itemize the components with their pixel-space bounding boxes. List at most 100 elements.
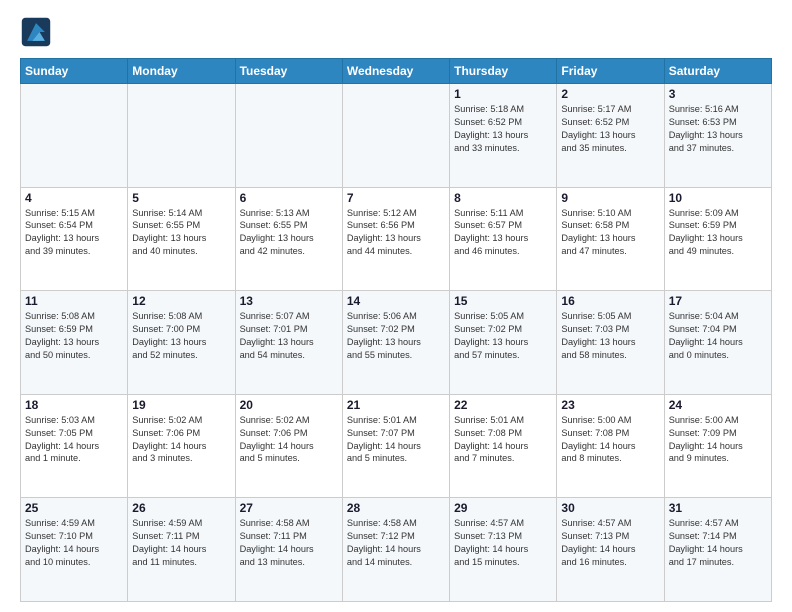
day-info: Sunrise: 5:15 AM Sunset: 6:54 PM Dayligh…: [25, 207, 123, 259]
day-number: 7: [347, 191, 445, 205]
day-cell: 26Sunrise: 4:59 AM Sunset: 7:11 PM Dayli…: [128, 498, 235, 602]
day-cell: 27Sunrise: 4:58 AM Sunset: 7:11 PM Dayli…: [235, 498, 342, 602]
day-info: Sunrise: 5:13 AM Sunset: 6:55 PM Dayligh…: [240, 207, 338, 259]
day-number: 14: [347, 294, 445, 308]
day-number: 1: [454, 87, 552, 101]
day-cell: 19 Sunrise: 5:02 AM Sunset: 7:06 PM Dayli…: [128, 394, 235, 498]
day-cell: [128, 84, 235, 188]
day-info: Sunrise: 4:58 AM Sunset: 7:12 PM Dayligh…: [347, 517, 445, 569]
day-cell: 28Sunrise: 4:58 AM Sunset: 7:12 PM Dayli…: [342, 498, 449, 602]
day-number: 4: [25, 191, 123, 205]
day-info: Sunrise: 5:08 AM Sunset: 7:00 PM Dayligh…: [132, 310, 230, 362]
weekday-header-thursday: Thursday: [450, 59, 557, 84]
day-number: 9: [561, 191, 659, 205]
day-info: Sunrise: 4:57 AM Sunset: 7:13 PM Dayligh…: [561, 517, 659, 569]
day-info: Sunrise: 4:59 AM Sunset: 7:10 PM Dayligh…: [25, 517, 123, 569]
day-cell: 20Sunrise: 5:02 AM Sunset: 7:06 PM Dayli…: [235, 394, 342, 498]
weekday-header-monday: Monday: [128, 59, 235, 84]
day-info: Sunrise: 4:58 AM Sunset: 7:11 PM Dayligh…: [240, 517, 338, 569]
week-row-1: 4 Sunrise: 5:15 AM Sunset: 6:54 PM Daylig…: [21, 187, 772, 291]
logo-icon: [20, 16, 52, 48]
day-cell: 18 Sunrise: 5:03 AM Sunset: 7:05 PM Dayli…: [21, 394, 128, 498]
week-row-4: 25 Sunrise: 4:59 AM Sunset: 7:10 PM Dayli…: [21, 498, 772, 602]
day-cell: 16Sunrise: 5:05 AM Sunset: 7:03 PM Dayli…: [557, 291, 664, 395]
day-number: 18: [25, 398, 123, 412]
day-info: Sunrise: 5:01 AM Sunset: 7:07 PM Dayligh…: [347, 414, 445, 466]
day-cell: 4 Sunrise: 5:15 AM Sunset: 6:54 PM Daylig…: [21, 187, 128, 291]
day-cell: 10 Sunrise: 5:09 AM Sunset: 6:59 PM Dayli…: [664, 187, 771, 291]
day-info: Sunrise: 5:16 AM Sunset: 6:53 PM Dayligh…: [669, 103, 767, 155]
day-number: 21: [347, 398, 445, 412]
week-row-3: 18 Sunrise: 5:03 AM Sunset: 7:05 PM Dayli…: [21, 394, 772, 498]
day-info: Sunrise: 4:59 AM Sunset: 7:11 PM Dayligh…: [132, 517, 230, 569]
day-info: Sunrise: 5:17 AM Sunset: 6:52 PM Dayligh…: [561, 103, 659, 155]
day-cell: 1 Sunrise: 5:18 AM Sunset: 6:52 PM Daylig…: [450, 84, 557, 188]
day-number: 8: [454, 191, 552, 205]
weekday-header-friday: Friday: [557, 59, 664, 84]
day-info: Sunrise: 5:02 AM Sunset: 7:06 PM Dayligh…: [132, 414, 230, 466]
day-info: Sunrise: 5:12 AM Sunset: 6:56 PM Dayligh…: [347, 207, 445, 259]
day-number: 2: [561, 87, 659, 101]
day-info: Sunrise: 5:18 AM Sunset: 6:52 PM Dayligh…: [454, 103, 552, 155]
day-cell: 7 Sunrise: 5:12 AM Sunset: 6:56 PM Daylig…: [342, 187, 449, 291]
day-info: Sunrise: 5:01 AM Sunset: 7:08 PM Dayligh…: [454, 414, 552, 466]
day-number: 13: [240, 294, 338, 308]
calendar-body: 1 Sunrise: 5:18 AM Sunset: 6:52 PM Daylig…: [21, 84, 772, 602]
day-cell: 29 Sunrise: 4:57 AM Sunset: 7:13 PM Dayli…: [450, 498, 557, 602]
day-cell: 11Sunrise: 5:08 AM Sunset: 6:59 PM Dayli…: [21, 291, 128, 395]
day-number: 10: [669, 191, 767, 205]
calendar-table: SundayMondayTuesdayWednesdayThursdayFrid…: [20, 58, 772, 602]
weekday-header-wednesday: Wednesday: [342, 59, 449, 84]
day-number: 25: [25, 501, 123, 515]
day-number: 29: [454, 501, 552, 515]
weekday-header-sunday: Sunday: [21, 59, 128, 84]
day-info: Sunrise: 4:57 AM Sunset: 7:14 PM Dayligh…: [669, 517, 767, 569]
day-number: 23: [561, 398, 659, 412]
day-number: 31: [669, 501, 767, 515]
day-cell: 14Sunrise: 5:06 AM Sunset: 7:02 PM Dayli…: [342, 291, 449, 395]
day-info: Sunrise: 5:07 AM Sunset: 7:01 PM Dayligh…: [240, 310, 338, 362]
day-info: Sunrise: 5:09 AM Sunset: 6:59 PM Dayligh…: [669, 207, 767, 259]
day-cell: 3 Sunrise: 5:16 AM Sunset: 6:53 PM Daylig…: [664, 84, 771, 188]
week-row-0: 1 Sunrise: 5:18 AM Sunset: 6:52 PM Daylig…: [21, 84, 772, 188]
day-cell: 8Sunrise: 5:11 AM Sunset: 6:57 PM Daylig…: [450, 187, 557, 291]
day-info: Sunrise: 5:04 AM Sunset: 7:04 PM Dayligh…: [669, 310, 767, 362]
day-number: 19: [132, 398, 230, 412]
day-cell: 15Sunrise: 5:05 AM Sunset: 7:02 PM Dayli…: [450, 291, 557, 395]
day-info: Sunrise: 5:03 AM Sunset: 7:05 PM Dayligh…: [25, 414, 123, 466]
day-info: Sunrise: 4:57 AM Sunset: 7:13 PM Dayligh…: [454, 517, 552, 569]
day-cell: [21, 84, 128, 188]
day-info: Sunrise: 5:00 AM Sunset: 7:09 PM Dayligh…: [669, 414, 767, 466]
week-row-2: 11Sunrise: 5:08 AM Sunset: 6:59 PM Dayli…: [21, 291, 772, 395]
day-cell: 22 Sunrise: 5:01 AM Sunset: 7:08 PM Dayli…: [450, 394, 557, 498]
day-number: 12: [132, 294, 230, 308]
page: SundayMondayTuesdayWednesdayThursdayFrid…: [0, 0, 792, 612]
day-cell: 31 Sunrise: 4:57 AM Sunset: 7:14 PM Dayli…: [664, 498, 771, 602]
day-cell: 9 Sunrise: 5:10 AM Sunset: 6:58 PM Daylig…: [557, 187, 664, 291]
header-row: SundayMondayTuesdayWednesdayThursdayFrid…: [21, 59, 772, 84]
day-number: 3: [669, 87, 767, 101]
day-cell: 5 Sunrise: 5:14 AM Sunset: 6:55 PM Daylig…: [128, 187, 235, 291]
day-cell: [235, 84, 342, 188]
day-number: 15: [454, 294, 552, 308]
day-cell: 12 Sunrise: 5:08 AM Sunset: 7:00 PM Dayli…: [128, 291, 235, 395]
day-number: 20: [240, 398, 338, 412]
day-number: 5: [132, 191, 230, 205]
day-cell: 24 Sunrise: 5:00 AM Sunset: 7:09 PM Dayli…: [664, 394, 771, 498]
day-cell: 2 Sunrise: 5:17 AM Sunset: 6:52 PM Daylig…: [557, 84, 664, 188]
day-number: 22: [454, 398, 552, 412]
day-cell: 6 Sunrise: 5:13 AM Sunset: 6:55 PM Daylig…: [235, 187, 342, 291]
day-number: 24: [669, 398, 767, 412]
day-number: 6: [240, 191, 338, 205]
weekday-header-saturday: Saturday: [664, 59, 771, 84]
day-cell: 25 Sunrise: 4:59 AM Sunset: 7:10 PM Dayli…: [21, 498, 128, 602]
day-info: Sunrise: 5:10 AM Sunset: 6:58 PM Dayligh…: [561, 207, 659, 259]
day-number: 30: [561, 501, 659, 515]
header: [20, 16, 772, 48]
day-cell: 23 Sunrise: 5:00 AM Sunset: 7:08 PM Dayli…: [557, 394, 664, 498]
day-number: 11: [25, 294, 123, 308]
weekday-header-tuesday: Tuesday: [235, 59, 342, 84]
day-cell: 17Sunrise: 5:04 AM Sunset: 7:04 PM Dayli…: [664, 291, 771, 395]
day-info: Sunrise: 5:14 AM Sunset: 6:55 PM Dayligh…: [132, 207, 230, 259]
day-info: Sunrise: 5:00 AM Sunset: 7:08 PM Dayligh…: [561, 414, 659, 466]
